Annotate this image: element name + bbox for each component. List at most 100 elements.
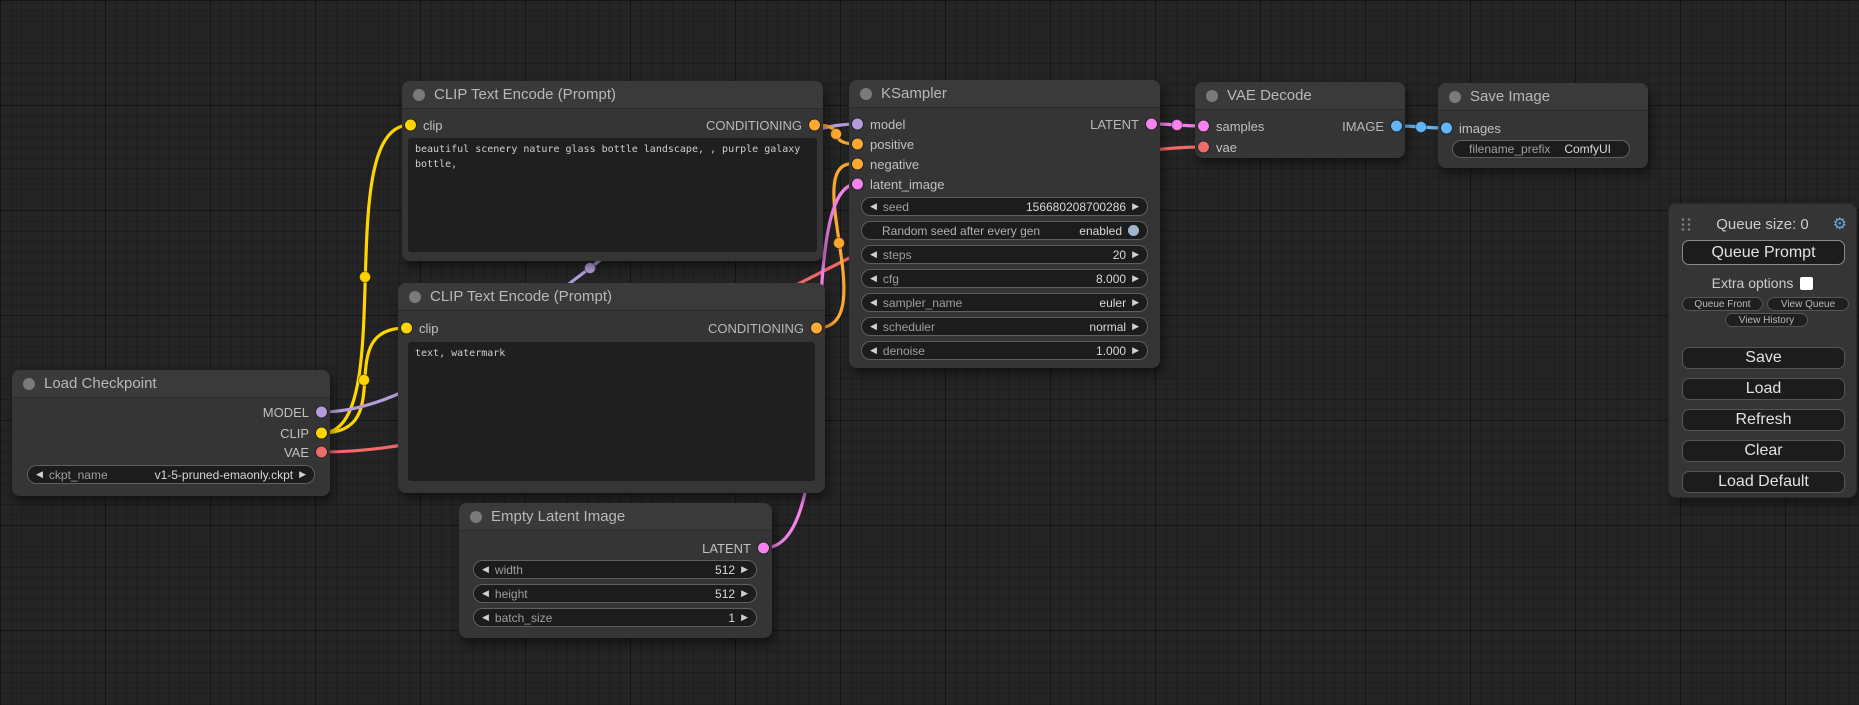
increase-arrow-icon[interactable]: ▶ — [741, 613, 748, 622]
link-midpoint-dot[interactable] — [359, 375, 370, 386]
images-input-dot[interactable] — [1441, 123, 1452, 134]
extra-options-checkbox[interactable] — [1800, 277, 1813, 290]
increase-arrow-icon[interactable]: ▶ — [741, 589, 748, 598]
next-value-arrow-icon[interactable]: ▶ — [1132, 322, 1139, 331]
node-title-bar[interactable]: Empty Latent Image — [459, 503, 772, 531]
load-default-button[interactable]: Load Default — [1682, 471, 1845, 493]
decrease-arrow-icon[interactable]: ◀ — [482, 589, 489, 598]
increase-arrow-icon[interactable]: ▶ — [1132, 250, 1139, 259]
collapse-dot-icon[interactable] — [470, 511, 482, 523]
height-widget[interactable]: ◀ height 512 ▶ — [473, 584, 757, 603]
node-title-bar[interactable]: Save Image — [1438, 83, 1648, 111]
clear-button[interactable]: Clear — [1682, 440, 1845, 462]
link-midpoint-dot[interactable] — [1416, 122, 1427, 133]
seed-widget[interactable]: ◀ seed 156680208700286 ▶ — [861, 197, 1148, 216]
ckpt-name-widget[interactable]: ◀ ckpt_name v1-5-pruned-emaonly.ckpt ▶ — [27, 465, 315, 484]
slot-label: latent_image — [870, 177, 944, 192]
decrease-arrow-icon[interactable]: ◀ — [870, 202, 877, 211]
model-output-dot[interactable] — [316, 407, 327, 418]
samples-input-dot[interactable] — [1198, 121, 1209, 132]
node-empty-latent-image[interactable]: Empty Latent Image LATENT ◀ width 512 ▶ … — [459, 503, 772, 638]
input-slot-latent-image: latent_image — [849, 174, 1160, 194]
queue-prompt-button[interactable]: Queue Prompt — [1682, 240, 1845, 265]
next-value-arrow-icon[interactable]: ▶ — [1132, 298, 1139, 307]
input-slot-vae: vae — [1195, 137, 1405, 157]
link-midpoint-dot[interactable] — [1172, 120, 1183, 131]
clip-output-dot[interactable] — [316, 428, 327, 439]
decrease-arrow-icon[interactable]: ◀ — [482, 565, 489, 574]
prev-value-arrow-icon[interactable]: ◀ — [36, 470, 43, 479]
collapse-dot-icon[interactable] — [413, 89, 425, 101]
decrease-arrow-icon[interactable]: ◀ — [482, 613, 489, 622]
latent-output-dot[interactable] — [1146, 119, 1157, 130]
node-clip-text-encode-negative[interactable]: CLIP Text Encode (Prompt) clip CONDITION… — [398, 283, 825, 493]
increase-arrow-icon[interactable]: ▶ — [741, 565, 748, 574]
collapse-dot-icon[interactable] — [1206, 90, 1218, 102]
vae-input-dot[interactable] — [1198, 142, 1209, 153]
save-button[interactable]: Save — [1682, 347, 1845, 369]
link-midpoint-dot[interactable] — [360, 272, 371, 283]
collapse-dot-icon[interactable] — [409, 291, 421, 303]
queue-front-button[interactable]: Queue Front — [1682, 297, 1763, 311]
cfg-widget[interactable]: ◀ cfg 8.000 ▶ — [861, 269, 1148, 288]
increase-arrow-icon[interactable]: ▶ — [1132, 346, 1139, 355]
filename-prefix-widget[interactable]: filename_prefix ComfyUI — [1452, 140, 1630, 158]
view-history-button[interactable]: View History — [1725, 313, 1808, 327]
collapse-dot-icon[interactable] — [1449, 91, 1461, 103]
node-save-image[interactable]: Save Image images filename_prefix ComfyU… — [1438, 83, 1648, 168]
node-title-bar[interactable]: CLIP Text Encode (Prompt) — [398, 283, 825, 311]
node-title-bar[interactable]: Load Checkpoint — [12, 370, 330, 398]
decrease-arrow-icon[interactable]: ◀ — [870, 274, 877, 283]
widget-value: 1.000 — [925, 344, 1126, 358]
queue-menu-panel[interactable]: Queue size: 0 ⚙ Queue Prompt Extra optio… — [1668, 203, 1857, 498]
clip-input-dot[interactable] — [405, 120, 416, 131]
negative-input-dot[interactable] — [852, 159, 863, 170]
link-midpoint-dot[interactable] — [831, 129, 842, 140]
positive-input-dot[interactable] — [852, 139, 863, 150]
node-load-checkpoint[interactable]: Load Checkpoint MODEL CLIP VAE ◀ ckpt_na… — [12, 370, 330, 496]
node-vae-decode[interactable]: VAE Decode samples IMAGE vae — [1195, 82, 1405, 158]
decrease-arrow-icon[interactable]: ◀ — [870, 346, 877, 355]
latent-image-input-dot[interactable] — [852, 179, 863, 190]
node-title-bar[interactable]: VAE Decode — [1195, 82, 1405, 110]
collapse-dot-icon[interactable] — [23, 378, 35, 390]
node-title-bar[interactable]: CLIP Text Encode (Prompt) — [402, 81, 823, 109]
input-slot-negative: negative — [849, 154, 1160, 174]
view-queue-button[interactable]: View Queue — [1767, 297, 1849, 311]
negative-prompt-textarea[interactable]: text, watermark — [408, 342, 815, 481]
node-clip-text-encode-positive[interactable]: CLIP Text Encode (Prompt) clip CONDITION… — [402, 81, 823, 261]
node-title-bar[interactable]: KSampler — [849, 80, 1160, 108]
increase-arrow-icon[interactable]: ▶ — [1132, 274, 1139, 283]
link-midpoint-dot[interactable] — [834, 238, 845, 249]
denoise-widget[interactable]: ◀ denoise 1.000 ▶ — [861, 341, 1148, 360]
increase-arrow-icon[interactable]: ▶ — [1132, 202, 1139, 211]
prev-value-arrow-icon[interactable]: ◀ — [870, 298, 877, 307]
widget-label: seed — [883, 200, 909, 214]
latent-output-dot[interactable] — [758, 543, 769, 554]
decrease-arrow-icon[interactable]: ◀ — [870, 250, 877, 259]
node-ksampler[interactable]: KSampler model LATENT positive negative … — [849, 80, 1160, 368]
random-seed-widget[interactable]: Random seed after every gen enabled — [861, 221, 1148, 240]
clip-input-dot[interactable] — [401, 323, 412, 334]
settings-gear-icon[interactable]: ⚙ — [1833, 214, 1847, 234]
width-widget[interactable]: ◀ width 512 ▶ — [473, 560, 757, 579]
sampler-name-widget[interactable]: ◀ sampler_name euler ▶ — [861, 293, 1148, 312]
prev-value-arrow-icon[interactable]: ◀ — [870, 322, 877, 331]
load-button[interactable]: Load — [1682, 378, 1845, 400]
model-input-dot[interactable] — [852, 119, 863, 130]
steps-widget[interactable]: ◀ steps 20 ▶ — [861, 245, 1148, 264]
positive-prompt-textarea[interactable]: beautiful scenery nature glass bottle la… — [408, 138, 817, 252]
collapse-dot-icon[interactable] — [860, 88, 872, 100]
link-midpoint-dot[interactable] — [585, 263, 596, 274]
next-value-arrow-icon[interactable]: ▶ — [299, 470, 306, 479]
conditioning-output-dot[interactable] — [811, 323, 822, 334]
vae-output-dot[interactable] — [316, 447, 327, 458]
batch-size-widget[interactable]: ◀ batch_size 1 ▶ — [473, 608, 757, 627]
conditioning-output-dot[interactable] — [809, 120, 820, 131]
scheduler-widget[interactable]: ◀ scheduler normal ▶ — [861, 317, 1148, 336]
comfyui-canvas[interactable]: { "glyphs": { "left_arrow": "◀", "right_… — [0, 0, 1859, 705]
widget-label: scheduler — [883, 320, 935, 334]
refresh-button[interactable]: Refresh — [1682, 409, 1845, 431]
image-output-dot[interactable] — [1391, 121, 1402, 132]
toggle-enabled-icon[interactable] — [1128, 225, 1139, 236]
